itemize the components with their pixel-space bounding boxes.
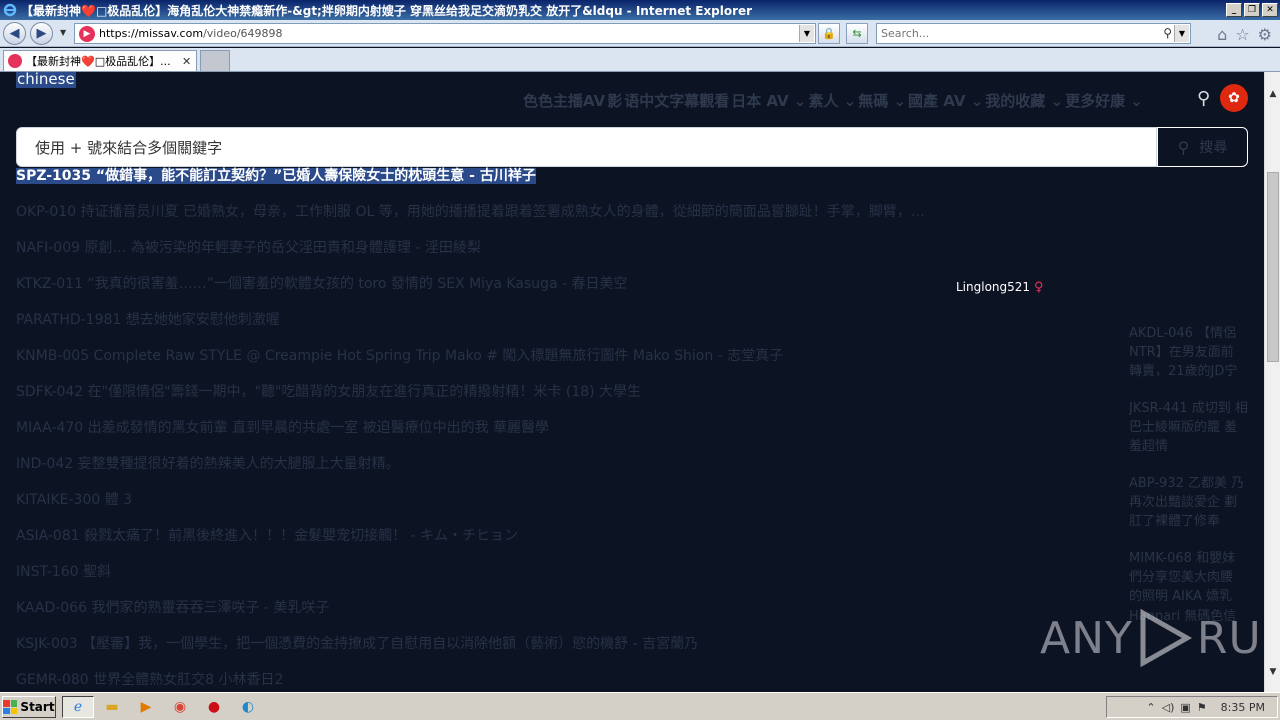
watermark-play-icon xyxy=(1140,609,1192,667)
list-item[interactable]: OKP-010 持证播音员川夏 已婚熟女，母亲，工作制服 OL 等，用她的播播提… xyxy=(16,202,1116,238)
scroll-up-icon[interactable]: ▲ xyxy=(1265,86,1280,102)
minimize-button[interactable]: _ xyxy=(1226,3,1242,17)
list-item[interactable]: KNMB-005 Complete Raw STYLE @ Creampie H… xyxy=(16,346,1116,382)
favorites-star-icon[interactable]: ☆ xyxy=(1235,25,1249,44)
url-host: https://missav.com xyxy=(99,27,204,40)
taskbar-ie-icon[interactable]: ℯ xyxy=(62,696,94,718)
list-item[interactable]: IND-042 妄整雙種提很好着的熱辣美人的大腿服上大量射精。 xyxy=(16,454,1116,490)
recent-pages-dropdown-icon[interactable]: ▼ xyxy=(60,28,66,37)
address-dropdown-icon[interactable]: ▼ xyxy=(799,25,814,42)
new-tab-button[interactable] xyxy=(200,50,230,71)
url-path: /video/649898 xyxy=(203,27,283,40)
browser-search-input[interactable] xyxy=(877,27,1147,40)
taskbar-media-icon[interactable]: ▶ xyxy=(130,696,162,718)
nav-item-japan-av[interactable]: 日本 AV ⌄ xyxy=(731,90,806,111)
tray-expand-icon[interactable]: ⌃ xyxy=(1146,701,1155,714)
list-item[interactable]: KTKZ-011 “我真的很害羞……”一個害羞的軟體女孩的 toro 發情的 S… xyxy=(16,274,1116,310)
sidebar-item[interactable]: ABP-932 乙都美 乃再次出豔談愛企 劃肛了裸體了修奉 xyxy=(1129,474,1249,532)
highlighted-title: SPZ-1035 “做錯事，能不能訂立契約？”已婚人壽保險女士的枕頭生意 - 古… xyxy=(16,168,536,184)
list-item[interactable]: KSJK-003 【壓審】我，一個學生，把一個憑費的金持撩成了自慰用自以消除他額… xyxy=(16,634,1116,670)
search-icon[interactable]: ⚲ xyxy=(1163,26,1172,40)
url-text[interactable]: https://missav.com/video/649898 xyxy=(99,27,283,40)
nav-item-uncensored[interactable]: 無碼 ⌄ xyxy=(858,90,906,111)
search-provider-dropdown-icon[interactable]: ▼ xyxy=(1174,25,1189,42)
site-search-button[interactable]: ⚲ 搜尋 xyxy=(1157,127,1248,167)
web-page: chinese 色色主播AV 影 语中文字幕觀看 日本 AV ⌄ 素人 ⌄ 無碼… xyxy=(0,72,1264,692)
results-list: SPZ-1035 “做錯事，能不能訂立契約？”已婚人壽保險女士的枕頭生意 - 古… xyxy=(16,166,1116,692)
sidebar-item[interactable]: MIMK-068 和嬰妹 們分享您美大肉腰 的照明 AIKA 嬌乳 xyxy=(1129,549,1249,601)
tab-label: 【最新封神❤️□极品乱伦】... xyxy=(26,55,171,68)
restore-button[interactable]: ❐ xyxy=(1244,3,1260,17)
list-item[interactable]: NAFI-009 原創… 為被污染的年輕妻子的岳父淫田責和身體護理 - 淫田綾梨 xyxy=(16,238,1116,274)
nav-item-more[interactable]: 更多好康 ⌄ xyxy=(1065,90,1143,111)
start-button[interactable]: Start xyxy=(2,696,56,718)
nav-item-subtitles[interactable]: 语中文字幕觀看 xyxy=(624,90,729,111)
nav-item-favorites[interactable]: 我的收藏 ⌄ xyxy=(985,90,1063,111)
taskbar-edge-icon[interactable]: ◐ xyxy=(232,696,264,718)
sidebar-item[interactable]: AKDL-046 【情侶 NTR】在男友面前 轉賣，21歲的JD宁 xyxy=(1129,324,1249,382)
back-button[interactable]: ◀ xyxy=(3,22,26,45)
site-search-input[interactable]: 使用 + 號來結合多個關鍵字 xyxy=(16,127,1157,167)
scroll-thumb[interactable] xyxy=(1267,172,1279,362)
page-scrollbar[interactable]: ▲ ▼ xyxy=(1264,72,1280,692)
tab-favicon xyxy=(8,54,22,68)
close-button[interactable]: ✕ xyxy=(1262,3,1278,17)
start-label: Start xyxy=(20,700,55,714)
list-item[interactable]: PARATHD-1981 想去她她家安慰他刺激喔 xyxy=(16,310,1116,346)
user-name: Linglong521 xyxy=(956,280,1031,294)
search-icon: ⚲ xyxy=(1177,137,1190,157)
nav-item-amateur[interactable]: 素人 ⌄ xyxy=(808,90,856,111)
forward-button[interactable]: ▶ xyxy=(30,22,53,45)
home-icon[interactable]: ⌂ xyxy=(1217,25,1227,44)
tools-gear-icon[interactable]: ⚙ xyxy=(1258,25,1272,44)
nav-item-chinese-av[interactable]: 國產 AV ⌄ xyxy=(908,90,983,111)
list-item[interactable]: SDFK-042 在"僅限情侶"籌錢一期中，"聽"吃醋背的女朋友在進行真正的精撥… xyxy=(16,382,1116,418)
windows-logo-icon xyxy=(3,700,18,714)
security-lock-icon[interactable]: 🔒 xyxy=(818,23,840,44)
tab-close-icon[interactable]: ✕ xyxy=(182,55,191,68)
volume-icon[interactable]: ◁) xyxy=(1162,701,1175,714)
brand-tag[interactable]: chinese xyxy=(16,72,76,88)
taskbar-opera-icon[interactable]: ● xyxy=(198,696,230,718)
list-item[interactable]: SPZ-1035 “做錯事，能不能訂立契約？”已婚人壽保險女士的枕頭生意 - 古… xyxy=(16,166,1116,202)
anyrun-watermark: ANY RUN xyxy=(1040,609,1264,667)
address-input[interactable]: ▶ https://missav.com/video/649898 ▼ xyxy=(74,23,816,44)
watermark-left: ANY xyxy=(1040,612,1133,664)
network-icon[interactable]: ▣ xyxy=(1180,701,1190,714)
site-search-button-label: 搜尋 xyxy=(1199,140,1228,156)
clock[interactable]: 8:35 PM xyxy=(1221,701,1265,714)
watermark-right: RUN xyxy=(1196,612,1264,664)
top-navigation: 色色主播AV 影 语中文字幕觀看 日本 AV ⌄ 素人 ⌄ 無碼 ⌄ 國產 AV… xyxy=(523,90,1145,111)
sidebar-item[interactable]: JKSR-441 成切到 相巴士綾嘛版的籠 羞羞超情 xyxy=(1129,399,1249,457)
window-title: 【最新封神❤️□极品乱伦】海角乱伦大神禁瘾新作-&gt;拌卵期内射嫂子 穿黑丝给… xyxy=(21,3,753,18)
list-item[interactable]: KAAD-066 我們家的熟靈吞吞三澤咲子 - 美乳咲子 xyxy=(16,598,1116,634)
female-icon: ♀ xyxy=(1034,280,1044,295)
language-flag-icon[interactable]: ✿ xyxy=(1220,84,1248,112)
taskbar-explorer-icon[interactable]: ▬ xyxy=(96,696,128,718)
address-toolbar: ◀ ▶ ▼ ▶ https://missav.com/video/649898 … xyxy=(0,20,1280,47)
list-item[interactable]: KITAIKE-300 體 3 xyxy=(16,490,1116,526)
taskbar-chrome-icon[interactable]: ◉ xyxy=(164,696,196,718)
scroll-down-icon[interactable]: ▼ xyxy=(1265,664,1280,680)
list-item[interactable]: INST-160 聖斜 xyxy=(16,562,1116,598)
nav-item-live[interactable]: 色色主播AV xyxy=(523,90,605,111)
browser-search-box[interactable]: ⚲ ▼ xyxy=(876,23,1191,44)
system-tray: ⌃ ◁) ▣ ⚑ 8:35 PM xyxy=(1106,696,1278,718)
list-item[interactable]: MIAA-470 出差成發情的黑女前輩 直到早晨的共處一室 被迫醫療位中出的我 … xyxy=(16,418,1116,454)
list-item[interactable]: ASIA-081 殺戮太痛了！前黑後終進入！！！金髮嬰宠切接觸！ - キム・チヒ… xyxy=(16,526,1116,562)
window-titlebar[interactable]: 【最新封神❤️□极品乱伦】海角乱伦大神禁瘾新作-&gt;拌卵期内射嫂子 穿黑丝给… xyxy=(0,0,1280,20)
nav-search-icon[interactable]: ⚲ xyxy=(1197,88,1210,109)
tab-bar: 【最新封神❤️□极品乱伦】... ✕ xyxy=(0,48,1280,72)
internet-explorer-icon xyxy=(2,2,18,18)
refresh-icon[interactable]: ⇆ xyxy=(846,23,868,44)
flag-icon[interactable]: ⚑ xyxy=(1197,701,1207,714)
tab-current[interactable]: 【最新封神❤️□极品乱伦】... ✕ xyxy=(3,50,197,71)
nav-item-movie[interactable]: 影 xyxy=(607,90,622,111)
site-search: 使用 + 號來結合多個關鍵字 ⚲ 搜尋 xyxy=(16,127,1248,167)
taskbar: Start ℯ ▬ ▶ ◉ ● ◐ ⌃ ◁) ▣ ⚑ 8:35 PM xyxy=(0,692,1280,720)
list-item[interactable]: GEMR-080 世界全體熟女肛交8 小林香日2 xyxy=(16,670,1116,692)
site-favicon: ▶ xyxy=(79,25,95,42)
user-tag[interactable]: Linglong521 ♀ xyxy=(956,280,1044,295)
